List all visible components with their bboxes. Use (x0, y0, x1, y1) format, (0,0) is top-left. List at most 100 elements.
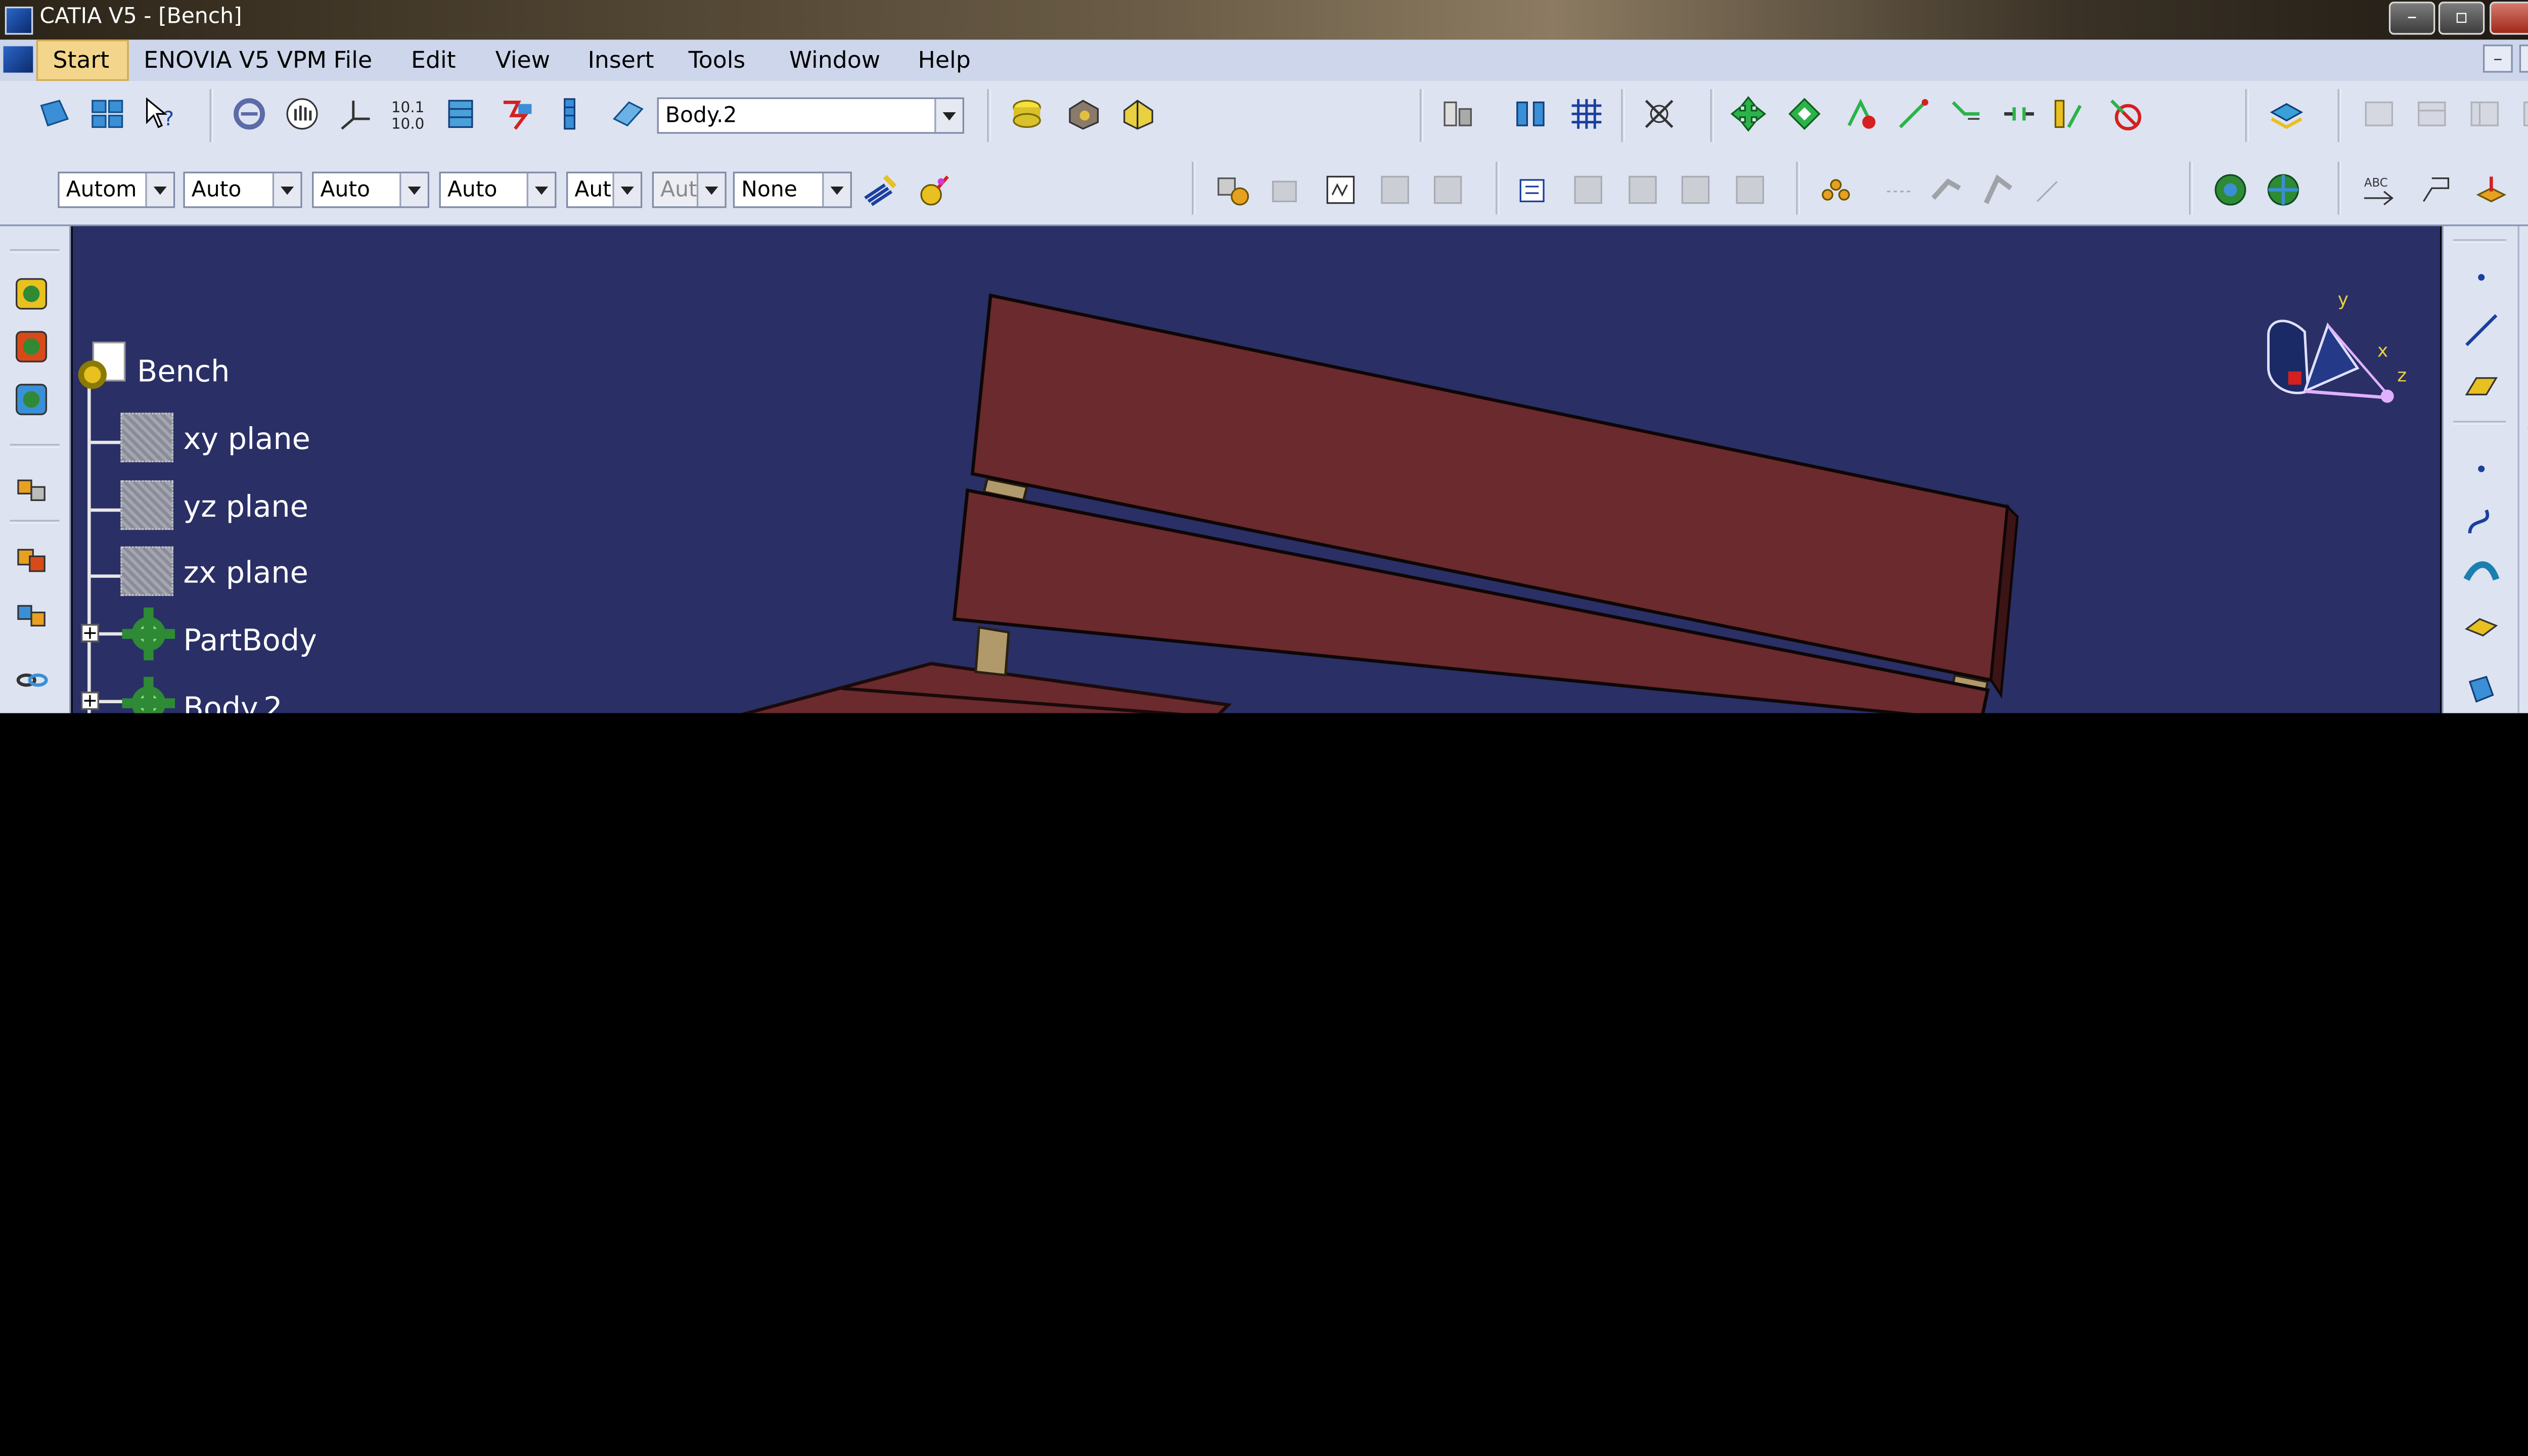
shell-icon[interactable] (1732, 172, 1768, 208)
pan-icon[interactable] (284, 96, 321, 132)
view-annotation-plane-icon[interactable] (2473, 172, 2509, 208)
product-icon[interactable] (13, 471, 50, 507)
mass-properties-icon[interactable] (1512, 96, 1549, 132)
chevron-down-icon[interactable] (822, 173, 850, 207)
chevron-down-icon[interactable] (696, 173, 725, 207)
angle-constraint-icon[interactable] (2051, 96, 2087, 132)
painter-icon[interactable] (862, 172, 898, 208)
thickness-icon[interactable] (2030, 172, 2067, 208)
tree-item-yz-plane[interactable]: yz plane (183, 490, 308, 525)
apply-material-icon[interactable] (2269, 96, 2305, 132)
draft-icon[interactable] (1678, 172, 1714, 208)
offset-constraint-icon[interactable] (2001, 96, 2038, 132)
plane-icon[interactable] (120, 546, 173, 596)
catalog-icon[interactable] (2361, 96, 2397, 132)
normal-view-icon[interactable]: 10.110.0 (390, 96, 426, 132)
pocket-icon[interactable] (1065, 96, 1101, 132)
properties-icon[interactable] (916, 172, 953, 208)
tree-item-body2[interactable]: Body.2 (183, 692, 282, 713)
part-document-icon[interactable] (73, 341, 129, 398)
stiffener-icon[interactable] (1377, 172, 1413, 208)
close-button[interactable]: ✕ (2490, 2, 2528, 35)
menu-enovia[interactable]: ENOVIA V5 VPM (144, 48, 327, 74)
edge-fillet-icon[interactable] (1570, 172, 1606, 208)
chevron-down-icon[interactable] (526, 173, 555, 207)
expand-body2-icon[interactable] (80, 692, 99, 710)
coincidence-icon[interactable] (1895, 96, 1932, 132)
menu-file[interactable]: File (334, 48, 373, 74)
grid-icon[interactable] (1568, 96, 1605, 132)
constraint-icon[interactable] (1842, 96, 1879, 132)
extract-icon[interactable] (2463, 672, 2500, 708)
chamfer-icon[interactable] (1624, 172, 1661, 208)
whats-this-icon[interactable]: ? (142, 96, 178, 132)
maximize-button[interactable]: ▫ (2438, 2, 2485, 35)
3d-viewport[interactable]: Bench xy plane yz plane zx plane PartBod… (72, 226, 2441, 713)
sketch-icon[interactable] (1516, 172, 1552, 208)
slot-icon[interactable] (1323, 172, 1359, 208)
expand-partbody-icon[interactable] (80, 624, 99, 643)
snap-to-point-icon[interactable] (1641, 96, 1678, 132)
chevron-down-icon[interactable] (934, 99, 963, 132)
line-thickness-select[interactable]: Auto (312, 171, 429, 208)
menu-view[interactable]: View (495, 48, 551, 74)
measure-between-icon[interactable] (1439, 96, 1476, 132)
point-icon[interactable] (2463, 259, 2500, 296)
menu-tools[interactable]: Tools (689, 48, 746, 74)
chevron-down-icon[interactable] (612, 173, 641, 207)
boolean-icon[interactable] (2213, 172, 2249, 208)
minimize-button[interactable]: – (2388, 2, 2435, 35)
partbody-icon[interactable] (122, 607, 175, 661)
plane-icon[interactable] (120, 413, 173, 463)
move-icon[interactable] (1730, 96, 1767, 132)
knowledge-icon[interactable] (2466, 96, 2503, 132)
shaft-icon[interactable] (1119, 96, 1156, 132)
flag-note-icon[interactable] (2417, 172, 2453, 208)
chevron-down-icon[interactable] (272, 173, 301, 207)
current-body-select[interactable]: Body.2 (657, 97, 964, 134)
color-select[interactable]: Autom (58, 171, 175, 208)
extrude-surface-icon[interactable] (2463, 556, 2500, 593)
loft-icon[interactable] (1430, 172, 1466, 208)
chevron-down-icon[interactable] (145, 173, 173, 207)
projection-icon[interactable] (2463, 450, 2500, 487)
hide-show-icon[interactable] (499, 96, 535, 132)
doc-restore-button[interactable]: ▫ (2519, 44, 2528, 73)
menu-start[interactable]: Start (36, 39, 129, 81)
doc-minimize-button[interactable]: – (2483, 44, 2513, 73)
tree-item-xy-plane[interactable]: xy plane (183, 423, 310, 458)
join-icon[interactable] (2463, 609, 2500, 646)
fit-all-icon[interactable] (231, 96, 267, 132)
open-icon[interactable] (89, 96, 125, 132)
new-icon[interactable] (36, 96, 73, 132)
scaling-icon[interactable] (1981, 172, 2017, 208)
menu-insert[interactable]: Insert (588, 48, 654, 74)
bench-model[interactable] (73, 226, 2440, 713)
tree-item-partbody[interactable]: PartBody (183, 624, 317, 659)
axis-system-icon[interactable] (337, 96, 373, 132)
spline-icon[interactable] (2463, 504, 2500, 540)
menu-edit[interactable]: Edit (411, 48, 456, 74)
wireframe-icon[interactable] (13, 381, 50, 418)
menu-window[interactable]: Window (789, 48, 880, 74)
swap-visible-space-icon[interactable] (552, 96, 588, 132)
pad-icon[interactable] (1009, 96, 1045, 132)
plane-icon[interactable] (2463, 368, 2500, 404)
sketcher-icon[interactable] (13, 276, 50, 312)
body-icon[interactable] (609, 96, 646, 132)
catalog-browser-icon[interactable] (2414, 96, 2450, 132)
line-icon[interactable] (2463, 312, 2500, 348)
chevron-down-icon[interactable] (399, 173, 428, 207)
part-design-icon[interactable] (13, 329, 50, 365)
chain-link-icon[interactable] (13, 662, 50, 698)
point-symbol-select[interactable]: Aut (566, 171, 643, 208)
rendering-style-select[interactable]: Aut (652, 171, 727, 208)
annotation-text-icon[interactable]: ABC (2361, 172, 2397, 208)
compass-widget[interactable]: y x z (2255, 286, 2413, 421)
menu-help[interactable]: Help (918, 48, 971, 74)
tree-item-zx-plane[interactable]: zx plane (183, 556, 308, 591)
translation-icon[interactable] (1928, 172, 1965, 208)
line-type-select[interactable]: Auto (439, 171, 557, 208)
formula-icon[interactable]: f (2519, 96, 2528, 132)
hole-icon[interactable] (1215, 172, 1251, 208)
